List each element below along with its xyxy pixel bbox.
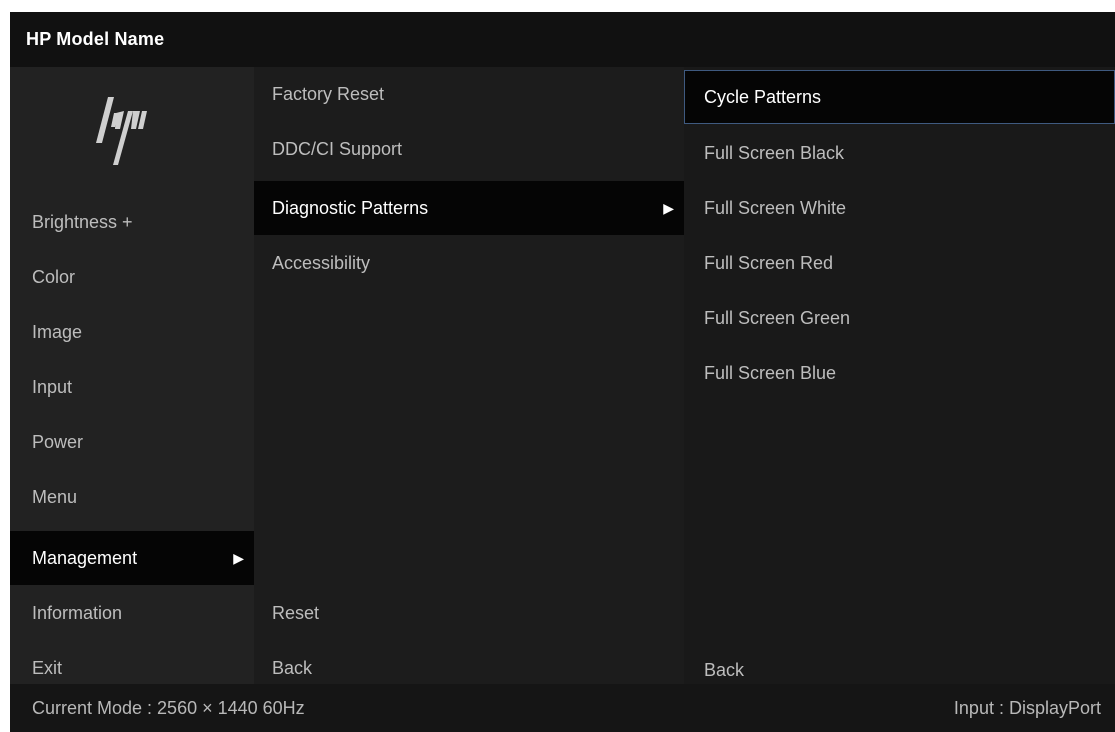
chevron-right-icon: ▶ [663,200,674,216]
menu-item-label: Full Screen White [704,198,847,218]
input-source-text: Input : DisplayPort [953,698,1101,718]
menu-item-label: Diagnostic Patterns [272,198,429,218]
menu-item-label: Full Screen Green [704,308,851,328]
status-bar: Current Mode : 2560 × 1440 60Hz Input : … [10,684,1115,732]
main-menu-item-label: Exit [32,658,63,678]
patterns-menu: Cycle Patterns Full Screen Black Full Sc… [684,67,1115,684]
menu-item-ddc-ci-support[interactable]: DDC/CI Support [254,122,684,176]
menu-item-diagnostic-patterns[interactable]: Diagnostic Patterns ▶ [254,181,684,235]
main-menu-item-label: Image [32,322,83,342]
main-menu-item-input[interactable]: Input [10,360,254,414]
reset-label: Reset [272,603,320,623]
menu-item-label: Full Screen Red [704,253,834,273]
management-menu: Factory Reset DDC/CI Support Diagnostic … [254,67,684,684]
main-menu-item-label: Color [32,267,76,287]
menu-item-accessibility[interactable]: Accessibility [254,236,684,290]
menu-item-label: DDC/CI Support [272,139,403,159]
osd-title: HP Model Name [10,12,1115,67]
menu-item-cycle-patterns[interactable]: Cycle Patterns [684,70,1115,124]
main-menu-item-menu[interactable]: Menu [10,470,254,524]
current-mode-text: Current Mode : 2560 × 1440 60Hz [32,698,305,718]
menu-item-full-screen-black[interactable]: Full Screen Black [684,126,1115,180]
reset-button[interactable]: Reset [254,586,684,640]
main-menu-item-label: Management [32,548,138,568]
menu-item-full-screen-green[interactable]: Full Screen Green [684,291,1115,345]
main-menu-item-label: Power [32,432,84,452]
main-menu-item-label: Input [32,377,73,397]
main-menu-item-image[interactable]: Image [10,305,254,359]
menu-item-label: Full Screen Black [704,143,845,163]
main-menu-item-information[interactable]: Information [10,586,254,640]
back-label: Back [704,660,745,680]
main-menu-item-label: Brightness + [32,212,133,232]
menu-item-factory-reset[interactable]: Factory Reset [254,67,684,121]
menu-item-full-screen-red[interactable]: Full Screen Red [684,236,1115,290]
main-menu-item-brightness[interactable]: Brightness + [10,195,254,249]
main-menu: Brightness + Color Image Input Power Men… [10,67,254,684]
menu-item-full-screen-white[interactable]: Full Screen White [684,181,1115,235]
chevron-right-icon: ▶ [233,550,244,566]
menu-item-label: Accessibility [272,253,371,273]
menu-item-label: Cycle Patterns [704,87,822,107]
hp-logo-icon [96,97,147,165]
main-menu-item-management[interactable]: Management ▶ [10,531,254,585]
menu-item-full-screen-blue[interactable]: Full Screen Blue [684,346,1115,400]
back-label: Back [272,658,313,678]
main-menu-item-power[interactable]: Power [10,415,254,469]
menu-item-label: Full Screen Blue [704,363,837,383]
main-menu-item-color[interactable]: Color [10,250,254,304]
menu-item-label: Factory Reset [272,84,385,104]
monitor-osd: HP Model Name Brightness + Color Image I… [10,12,1115,732]
main-menu-item-label: Menu [32,487,78,507]
main-menu-item-label: Information [32,603,123,623]
